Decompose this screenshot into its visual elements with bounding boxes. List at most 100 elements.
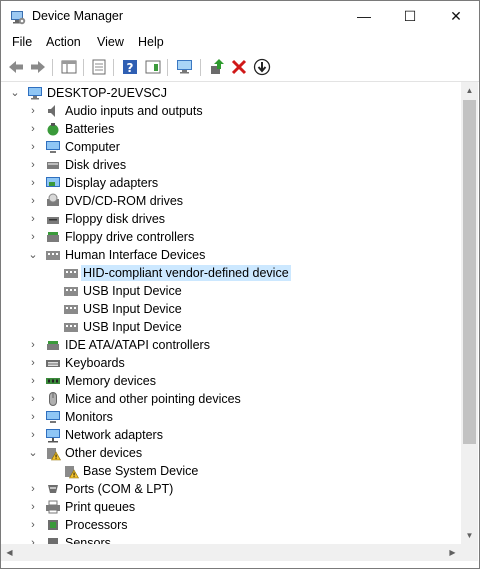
tree-item-print-queues[interactable]: › Print queues	[1, 498, 461, 516]
expand-chevron-icon[interactable]: ›	[28, 501, 38, 513]
tree-root[interactable]: ⌄ DESKTOP-2UEVSCJ	[1, 84, 461, 102]
toolbar-separator	[113, 59, 114, 76]
tree-item-dvd-drives[interactable]: › DVD/CD-ROM drives	[1, 192, 461, 210]
tree-item-label: DVD/CD-ROM drives	[65, 194, 184, 208]
help-icon[interactable]: ?	[120, 57, 140, 77]
tree-item-sensors[interactable]: › Sensors	[1, 534, 461, 544]
expand-chevron-icon[interactable]: ›	[28, 339, 38, 351]
expand-chevron-icon[interactable]: ›	[28, 177, 38, 189]
device-manager-window: Device Manager — ☐ ✕ File Action View He…	[0, 0, 480, 569]
tree-item-label: Memory devices	[65, 374, 156, 388]
tree-item-other-devices[interactable]: ⌄ Other devices	[1, 444, 461, 462]
device-tree: ⌄ DESKTOP-2UEVSCJ › Audio inputs and out…	[1, 82, 461, 544]
tree-item-monitors[interactable]: › Monitors	[1, 408, 461, 426]
controller-icon	[47, 232, 59, 242]
tree-item-label: Display adapters	[65, 176, 159, 190]
scan-hardware-icon[interactable]	[175, 57, 195, 77]
tree-item-label: Sensors	[65, 536, 111, 544]
update-driver-icon[interactable]	[207, 57, 227, 77]
processor-icon	[48, 520, 58, 530]
collapse-chevron-icon[interactable]: ⌄	[28, 249, 38, 261]
tree-item-ports[interactable]: › Ports (COM & LPT)	[1, 480, 461, 498]
tree-item-floppy-disk[interactable]: › Floppy disk drives	[1, 210, 461, 228]
show-hide-tree-icon[interactable]	[59, 57, 79, 77]
tree-item-batteries[interactable]: › Batteries	[1, 120, 461, 138]
monitor-icon	[46, 141, 60, 153]
scrollbar-corner	[461, 544, 478, 561]
expand-chevron-icon[interactable]: ›	[28, 123, 38, 135]
port-icon	[48, 485, 58, 493]
dvd-drive-icon	[47, 193, 59, 206]
minimize-button[interactable]: —	[341, 1, 387, 32]
tree-item-usb-input-3[interactable]: USB Input Device	[1, 318, 461, 336]
tree-item-processors[interactable]: › Processors	[1, 516, 461, 534]
title-bar: Device Manager — ☐ ✕	[1, 1, 479, 32]
expand-chevron-icon[interactable]: ›	[28, 357, 38, 369]
expand-chevron-icon[interactable]: ›	[28, 141, 38, 153]
tree-item-audio[interactable]: › Audio inputs and outputs	[1, 102, 461, 120]
svg-text:?: ?	[127, 61, 134, 75]
properties-icon[interactable]	[89, 57, 109, 77]
expand-chevron-icon[interactable]: ›	[28, 195, 38, 207]
tree-item-display-adapters[interactable]: › Display adapters	[1, 174, 461, 192]
menu-view[interactable]: View	[97, 35, 124, 49]
hid-device-icon	[64, 287, 78, 296]
tree-item-label: Processors	[65, 518, 128, 532]
tree-item-label: Mice and other pointing devices	[65, 392, 241, 406]
uninstall-device-icon[interactable]	[229, 57, 249, 77]
computer-icon	[28, 87, 42, 100]
menu-action[interactable]: Action	[46, 35, 81, 49]
tree-item-floppy-controllers[interactable]: › Floppy drive controllers	[1, 228, 461, 246]
vertical-scrollbar[interactable]: ▲ ▼	[461, 82, 478, 544]
tree-item-label: USB Input Device	[83, 284, 182, 298]
forward-arrow-icon[interactable]	[28, 57, 48, 77]
tree-item-label: Print queues	[65, 500, 136, 514]
expand-chevron-icon[interactable]: ›	[28, 231, 38, 243]
menu-help[interactable]: Help	[138, 35, 164, 49]
tree-item-network[interactable]: › Network adapters	[1, 426, 461, 444]
back-arrow-icon[interactable]	[6, 57, 26, 77]
maximize-button[interactable]: ☐	[387, 1, 433, 32]
collapse-chevron-icon[interactable]: ⌄	[10, 87, 20, 99]
expand-chevron-icon[interactable]: ›	[28, 159, 38, 171]
tree-item-ide-controllers[interactable]: › IDE ATA/ATAPI controllers	[1, 336, 461, 354]
ide-controller-icon	[47, 341, 59, 350]
expand-chevron-icon[interactable]: ›	[28, 105, 38, 117]
expand-chevron-icon[interactable]: ›	[28, 393, 38, 405]
disable-device-icon[interactable]	[252, 57, 272, 77]
expand-chevron-icon[interactable]: ›	[28, 213, 38, 225]
tree-item-keyboards[interactable]: › Keyboards	[1, 354, 461, 372]
expand-chevron-icon[interactable]: ›	[28, 429, 38, 441]
tree-item-usb-input-2[interactable]: USB Input Device	[1, 300, 461, 318]
display-adapter-icon	[46, 177, 60, 187]
menu-file[interactable]: File	[12, 35, 32, 49]
scroll-up-arrow-icon[interactable]: ▲	[461, 82, 478, 99]
scroll-left-arrow-icon[interactable]: ◀	[1, 544, 18, 561]
tree-item-mice[interactable]: › Mice and other pointing devices	[1, 390, 461, 408]
tree-item-hid-vendor-device[interactable]: HID-compliant vendor-defined device	[1, 264, 461, 282]
tree-item-base-system-device[interactable]: Base System Device	[1, 462, 461, 480]
tree-item-computer[interactable]: › Computer	[1, 138, 461, 156]
scrollbar-thumb[interactable]	[463, 100, 476, 444]
scroll-down-arrow-icon[interactable]: ▼	[461, 527, 478, 544]
hid-device-icon	[64, 305, 78, 314]
tree-item-memory[interactable]: › Memory devices	[1, 372, 461, 390]
expand-chevron-icon[interactable]: ›	[28, 483, 38, 495]
toolbar-separator	[200, 59, 201, 76]
expand-chevron-icon[interactable]: ›	[28, 375, 38, 387]
expand-chevron-icon[interactable]: ›	[28, 537, 38, 544]
close-button[interactable]: ✕	[433, 1, 479, 32]
collapse-chevron-icon[interactable]: ⌄	[28, 447, 38, 459]
expand-chevron-icon[interactable]: ›	[28, 519, 38, 531]
unknown-device-icon	[47, 448, 61, 461]
expand-chevron-icon[interactable]: ›	[28, 411, 38, 423]
action-pane-icon[interactable]	[143, 57, 163, 77]
tree-item-label: USB Input Device	[83, 320, 182, 334]
scroll-right-arrow-icon[interactable]: ▶	[444, 544, 461, 561]
toolbar-separator	[52, 59, 53, 76]
tree-item-disk-drives[interactable]: › Disk drives	[1, 156, 461, 174]
tree-item-hid[interactable]: ⌄ Human Interface Devices	[1, 246, 461, 264]
tree-item-usb-input-1[interactable]: USB Input Device	[1, 282, 461, 300]
horizontal-scrollbar[interactable]: ◀ ▶	[1, 544, 461, 561]
floppy-drive-icon	[47, 217, 59, 224]
